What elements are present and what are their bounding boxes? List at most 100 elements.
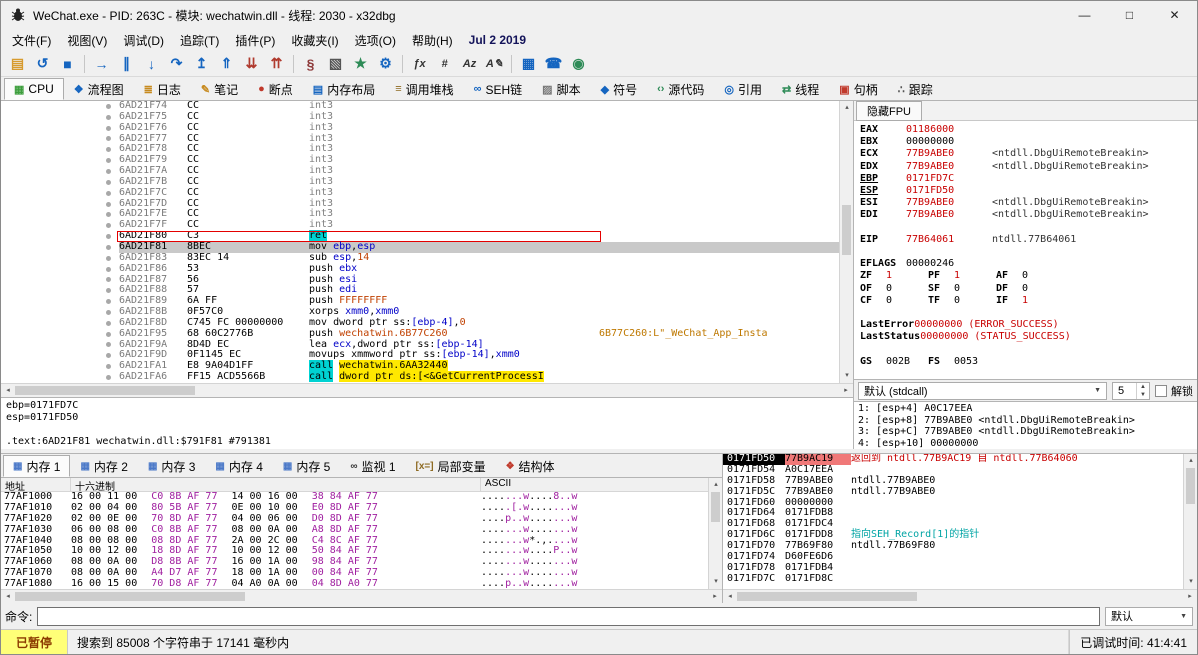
- argument-row[interactable]: 3: [esp+C] 77B9ABE0 <ntdll.DbgUiRemoteBr…: [858, 426, 1193, 438]
- tab-graph[interactable]: ❖流程图: [64, 78, 134, 100]
- scroll-right-arrow[interactable]: ▸: [1183, 590, 1197, 603]
- unlock-toggle[interactable]: 解锁: [1155, 383, 1193, 399]
- breakpoint-dot[interactable]: [106, 267, 111, 272]
- register-row[interactable]: EBX00000000: [860, 136, 1191, 148]
- tab-handles[interactable]: ▣句柄: [829, 78, 887, 100]
- disassembly-vscrollbar[interactable]: ▴ ▾: [839, 101, 853, 383]
- breakpoint-gutter[interactable]: [1, 231, 119, 242]
- breakpoint-dot[interactable]: [106, 115, 111, 120]
- breakpoint-gutter[interactable]: [1, 101, 119, 112]
- register-row[interactable]: EAX01186000: [860, 124, 1191, 136]
- breakpoint-gutter[interactable]: [1, 144, 119, 155]
- scroll-left-arrow[interactable]: ◂: [1, 384, 15, 398]
- breakpoint-dot[interactable]: [106, 299, 111, 304]
- breakpoint-dot[interactable]: [106, 245, 111, 250]
- script-icon[interactable]: §: [298, 53, 323, 75]
- scroll-down-arrow[interactable]: ▾: [840, 369, 853, 383]
- hash-icon[interactable]: #: [432, 53, 457, 75]
- breakpoint-dot[interactable]: [106, 158, 111, 163]
- assemble-edit-icon[interactable]: A✎: [482, 53, 507, 75]
- breakpoint-gutter[interactable]: [1, 155, 119, 166]
- breakpoint-dot[interactable]: [106, 136, 111, 141]
- menu-item[interactable]: 选项(O): [347, 29, 404, 52]
- breakpoint-dot[interactable]: [106, 223, 111, 228]
- tab-seh[interactable]: ∞SEH链: [464, 78, 533, 100]
- menu-item[interactable]: 收藏夹(I): [283, 29, 346, 52]
- tab-log[interactable]: ≣日志: [134, 78, 191, 100]
- open-folder-icon[interactable]: ▤: [5, 53, 30, 75]
- breakpoint-dot[interactable]: [106, 212, 111, 217]
- register-row[interactable]: ESP0171FD50: [860, 185, 1191, 197]
- scroll-down-arrow[interactable]: ▾: [1184, 575, 1197, 589]
- breakpoint-dot[interactable]: [106, 147, 111, 152]
- execute-till-return-icon[interactable]: ↥: [189, 53, 214, 75]
- register-row[interactable]: OF0SF0DF0: [860, 283, 1191, 295]
- unlock-checkbox[interactable]: [1155, 385, 1167, 397]
- breakpoint-gutter[interactable]: [1, 220, 119, 231]
- register-row[interactable]: ZF1PF1AF0: [860, 270, 1191, 282]
- tab-symbols[interactable]: ◆符号: [591, 78, 647, 100]
- breakpoint-dot[interactable]: [106, 310, 111, 315]
- tab-threads[interactable]: ⇄线程: [772, 78, 829, 100]
- tab-watch-1[interactable]: ∞监视 1: [340, 455, 405, 477]
- pause-icon[interactable]: ∥: [114, 53, 139, 75]
- menu-item[interactable]: 帮助(H): [404, 29, 461, 52]
- breakpoint-gutter[interactable]: [1, 209, 119, 220]
- breakpoint-dot[interactable]: [106, 126, 111, 131]
- breakpoint-dot[interactable]: [106, 234, 111, 239]
- disasm-row[interactable]: 6AD21F8653push ebx: [1, 264, 839, 275]
- scroll-up-arrow[interactable]: ▴: [709, 478, 722, 492]
- memory-map-grid-icon[interactable]: ▦: [516, 53, 541, 75]
- menu-item[interactable]: 插件(P): [227, 29, 283, 52]
- run-to-user-code-icon[interactable]: ⇑: [214, 53, 239, 75]
- scroll-up-arrow[interactable]: ▴: [840, 101, 853, 115]
- breakpoint-dot[interactable]: [106, 169, 111, 174]
- argument-row[interactable]: 1: [esp+4] A0C17EEA: [858, 403, 1193, 415]
- breakpoint-gutter[interactable]: [1, 361, 119, 372]
- argument-row[interactable]: 2: [esp+8] 77B9ABE0 <ntdll.DbgUiRemoteBr…: [858, 415, 1193, 427]
- scroll-right-arrow[interactable]: ▸: [839, 384, 853, 398]
- step-into-icon[interactable]: ↓: [139, 53, 164, 75]
- breakpoint-gutter[interactable]: [1, 340, 119, 351]
- breakpoint-dot[interactable]: [106, 104, 111, 109]
- breakpoint-dot[interactable]: [106, 256, 111, 261]
- scroll-left-arrow[interactable]: ◂: [1, 590, 15, 604]
- run-icon[interactable]: →: [89, 53, 114, 75]
- breakpoint-dot[interactable]: [106, 332, 111, 337]
- trace-into-icon[interactable]: ⇊: [239, 53, 264, 75]
- scroll-up-arrow[interactable]: ▴: [1184, 454, 1197, 468]
- scroll-thumb[interactable]: [711, 492, 720, 522]
- convention-dropdown[interactable]: 默认 (stdcall) ▼: [858, 382, 1107, 400]
- breakpoint-gutter[interactable]: [1, 112, 119, 123]
- search-globe-icon[interactable]: ◉: [566, 53, 591, 75]
- scroll-right-arrow[interactable]: ▸: [708, 590, 722, 604]
- breakpoint-gutter[interactable]: [1, 199, 119, 210]
- dump-row[interactable]: 77AF103006 00 08 00C0 8B AF 7708 00 0A 0…: [1, 525, 708, 536]
- attach-phone-icon[interactable]: ☎: [541, 53, 566, 75]
- disassembly-hscrollbar[interactable]: ◂ ▸: [1, 383, 853, 397]
- breakpoint-gutter[interactable]: [1, 166, 119, 177]
- tab-dump-4[interactable]: ▦内存 4: [205, 455, 272, 477]
- tab-memory-map[interactable]: ▤内存布局: [303, 78, 385, 100]
- dump-vscrollbar[interactable]: ▴ ▾: [708, 478, 722, 589]
- breakpoint-gutter[interactable]: [1, 296, 119, 307]
- strings-az-icon[interactable]: Az: [457, 53, 482, 75]
- breakpoint-gutter[interactable]: [1, 307, 119, 318]
- breakpoint-dot[interactable]: [106, 364, 111, 369]
- register-row[interactable]: LastStatus00000000 (STATUS_SUCCESS): [860, 331, 1191, 343]
- tab-cpu[interactable]: ▦CPU: [4, 78, 64, 100]
- scroll-left-arrow[interactable]: ◂: [723, 590, 737, 603]
- breakpoint-dot[interactable]: [106, 375, 111, 380]
- breakpoint-gutter[interactable]: [1, 372, 119, 383]
- tab-call-stack[interactable]: ≡调用堆栈: [385, 78, 463, 100]
- tab-breakpoints[interactable]: ●断点: [248, 78, 303, 100]
- breakpoint-gutter[interactable]: [1, 285, 119, 296]
- favourites-icon[interactable]: ★: [348, 53, 373, 75]
- breakpoint-dot[interactable]: [106, 202, 111, 207]
- stack-hscrollbar[interactable]: ◂ ▸: [723, 589, 1197, 603]
- arg-depth-stepper[interactable]: 5 ▲▼: [1112, 382, 1150, 400]
- scroll-down-arrow[interactable]: ▾: [709, 575, 722, 589]
- register-row[interactable]: [860, 344, 1191, 356]
- register-row[interactable]: EBP0171FD7C: [860, 173, 1191, 185]
- breakpoint-gutter[interactable]: [1, 253, 119, 264]
